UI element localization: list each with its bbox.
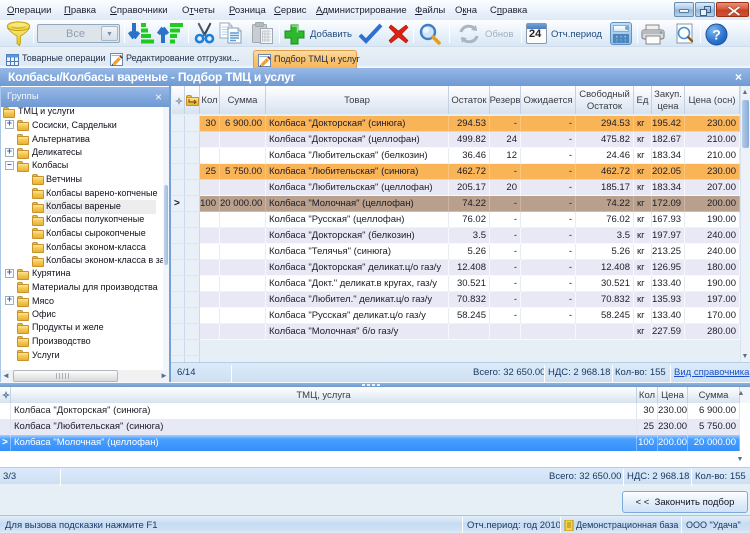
- svg-text:?: ?: [712, 27, 721, 43]
